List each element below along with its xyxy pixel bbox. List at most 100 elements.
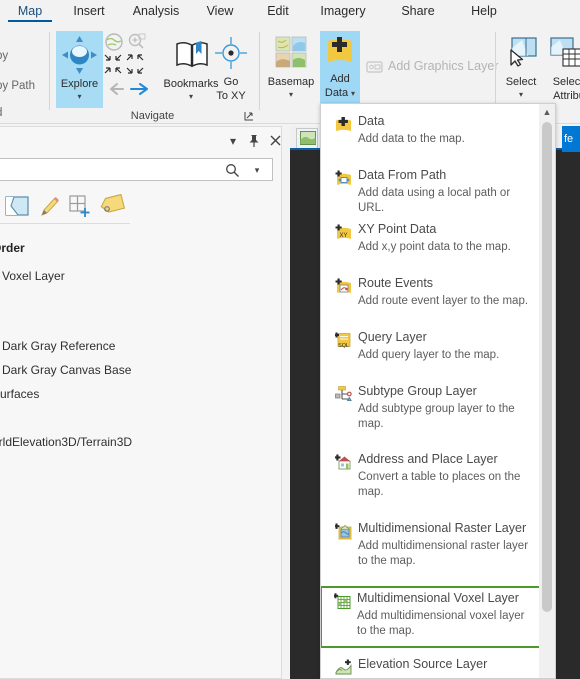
- pane-pin-icon[interactable]: [246, 133, 262, 149]
- menu-item-query-layer[interactable]: SQL Query Layer Add query layer to the m…: [322, 330, 540, 366]
- menu-item-description: Add data using a local path or URL.: [358, 187, 511, 214]
- tree-item-surfaces[interactable]: Surfaces: [0, 387, 39, 401]
- go-to-xy-button[interactable]: Go To XY: [206, 31, 256, 108]
- select-icon: [506, 36, 538, 68]
- previous-next-extent-icons[interactable]: [104, 79, 154, 99]
- add-data-icon: [335, 116, 352, 133]
- menu-scrollbar-track[interactable]: ▲: [539, 104, 555, 678]
- contents-search-box[interactable]: ▾: [0, 158, 273, 181]
- contents-toolbar-divider: [0, 223, 130, 224]
- menu-scroll-up-arrow-icon[interactable]: ▲: [539, 104, 555, 120]
- select-label: Select: [505, 76, 537, 88]
- route-events-icon: [335, 278, 352, 295]
- menu-item-title: Elevation Source Layer: [358, 657, 488, 671]
- search-chevron-down-icon[interactable]: ▾: [250, 163, 264, 177]
- list-by-labeling-icon[interactable]: [99, 194, 125, 218]
- pane-close-icon[interactable]: [267, 133, 283, 149]
- tab-edit-label: Edit: [267, 4, 289, 18]
- add-data-icon: [326, 35, 354, 65]
- menu-item-title: XY Point Data: [358, 222, 437, 236]
- arcgis-pro-window: Map Insert Analysis View Edit Imagery Sh…: [0, 0, 580, 679]
- query-layer-icon: SQL: [335, 332, 352, 349]
- tab-share[interactable]: Share: [394, 4, 442, 22]
- menu-scrollbar-thumb[interactable]: [542, 122, 552, 612]
- tab-share-label: Share: [401, 4, 435, 18]
- menu-item-data[interactable]: Data Add data to the map.: [322, 114, 540, 150]
- navigate-group-label: Navigate: [130, 110, 175, 122]
- menu-item-multidimensional-raster-layer[interactable]: Multidimensional Raster Layer Add multid…: [322, 521, 540, 572]
- ribbon-divider-3: [495, 32, 496, 110]
- basemap-icon: [275, 36, 307, 68]
- add-data-chevron-down-icon[interactable]: ▾: [348, 89, 358, 98]
- menu-item-description: Add subtype group layer to the map.: [358, 403, 515, 430]
- select-by-attributes-button[interactable]: Select Attribu: [543, 31, 580, 108]
- svg-text:SQL: SQL: [338, 343, 349, 349]
- menu-item-address-and-place-layer[interactable]: Address and Place Layer Convert a table …: [322, 452, 540, 503]
- map-view-secondary-tab[interactable]: fe: [562, 126, 580, 152]
- add-graphics-layer-label: Add Graphics Layer: [388, 59, 499, 73]
- menu-item-title: Data: [358, 114, 385, 128]
- fixed-zoom-icons[interactable]: [104, 54, 152, 76]
- map-view-tab[interactable]: [296, 128, 318, 148]
- tab-imagery-label: Imagery: [320, 4, 366, 18]
- pane-menu-chevron-down-icon[interactable]: ▾: [225, 133, 241, 149]
- explore-icon: [61, 35, 98, 75]
- menu-item-route-events[interactable]: Route Events Add route event layer to th…: [322, 276, 540, 312]
- list-by-editing-icon[interactable]: [38, 194, 62, 218]
- ribbon-tab-bar: Map Insert Analysis View Edit Imagery Sh…: [0, 0, 580, 26]
- tab-analysis[interactable]: Analysis: [124, 4, 188, 22]
- add-data-button[interactable]: Add Data ▾: [320, 31, 360, 108]
- search-icon[interactable]: [225, 163, 240, 178]
- menu-item-description: Add data to the map.: [358, 133, 465, 145]
- tab-map[interactable]: Map: [8, 4, 52, 22]
- tab-help[interactable]: Help: [463, 4, 505, 22]
- add-data-label-line1: Add: [330, 73, 350, 85]
- map-tab-icon: [300, 131, 316, 145]
- svg-text:XY: XY: [339, 233, 347, 239]
- basemap-chevron-down-icon[interactable]: ▾: [264, 90, 318, 99]
- menu-item-description: Add x,y point data to the map.: [358, 241, 511, 253]
- full-extent-icon[interactable]: [104, 32, 124, 52]
- tab-insert[interactable]: Insert: [64, 4, 114, 22]
- zoom-to-selection-icon[interactable]: [127, 32, 147, 52]
- menu-item-data-from-path[interactable]: Data From Path Add data using a local pa…: [322, 168, 540, 214]
- menu-item-elevation-source-layer[interactable]: Elevation Source Layer: [322, 657, 540, 678]
- menu-item-title: Multidimensional Raster Layer: [358, 521, 527, 535]
- menu-item-subtype-group-layer[interactable]: Subtype Group Layer Add subtype group la…: [322, 384, 540, 435]
- go-to-xy-icon: [215, 37, 247, 69]
- tree-item-dark-gray-reference[interactable]: d Dark Gray Reference: [0, 339, 115, 353]
- add-new-group-layer-icon[interactable]: [68, 194, 92, 218]
- basemap-label: Basemap: [267, 76, 315, 88]
- tree-item-dark-gray-canvas-base[interactable]: d Dark Gray Canvas Base: [0, 363, 131, 377]
- clipped-label-paste: d: [0, 107, 2, 119]
- add-graphics-layer-icon: [366, 59, 384, 75]
- bookmarks-icon: [174, 36, 210, 72]
- select-button[interactable]: Select ▾: [500, 31, 542, 108]
- select-by-attributes-label-line2: Attribu: [553, 90, 580, 102]
- tab-help-label: Help: [471, 4, 497, 18]
- navigate-dialog-launcher-icon[interactable]: [243, 110, 255, 122]
- basemap-button[interactable]: Basemap ▾: [264, 31, 318, 108]
- list-by-drawing-order-icon[interactable]: [5, 194, 29, 218]
- explore-chevron-down-icon[interactable]: ▾: [56, 92, 103, 101]
- menu-item-title: Data From Path: [358, 168, 447, 182]
- menu-item-description: Add multidimensional voxel layer to the …: [357, 610, 525, 637]
- add-graphics-layer-button[interactable]: Add Graphics Layer: [366, 58, 516, 78]
- data-from-path-icon: [335, 170, 352, 187]
- add-data-dropdown-menu: Data Add data to the map. Data From Path…: [320, 103, 556, 679]
- go-to-xy-label-line2: To XY: [216, 90, 246, 102]
- tree-item-terrain3d[interactable]: orldElevation3D/Terrain3D: [0, 435, 132, 449]
- tab-imagery[interactable]: Imagery: [313, 4, 373, 22]
- select-chevron-down-icon[interactable]: ▾: [500, 90, 542, 99]
- tab-edit[interactable]: Edit: [258, 4, 298, 22]
- tree-header-drawing-order: Order: [0, 241, 25, 255]
- menu-item-multidimensional-voxel-layer[interactable]: Multidimensional Voxel Layer Add multidi…: [321, 586, 542, 648]
- menu-item-description: Convert a table to places on the map.: [358, 471, 521, 498]
- menu-item-title: Query Layer: [358, 330, 427, 344]
- go-to-xy-label-line1: Go: [223, 76, 239, 88]
- tree-item-voxel-layer[interactable]: h Voxel Layer: [0, 269, 65, 283]
- explore-button[interactable]: Explore ▾: [56, 31, 103, 108]
- subtype-group-layer-icon: [335, 386, 352, 403]
- menu-item-xy-point-data[interactable]: XY XY Point Data Add x,y point data to t…: [322, 222, 540, 258]
- tab-view[interactable]: View: [198, 4, 242, 22]
